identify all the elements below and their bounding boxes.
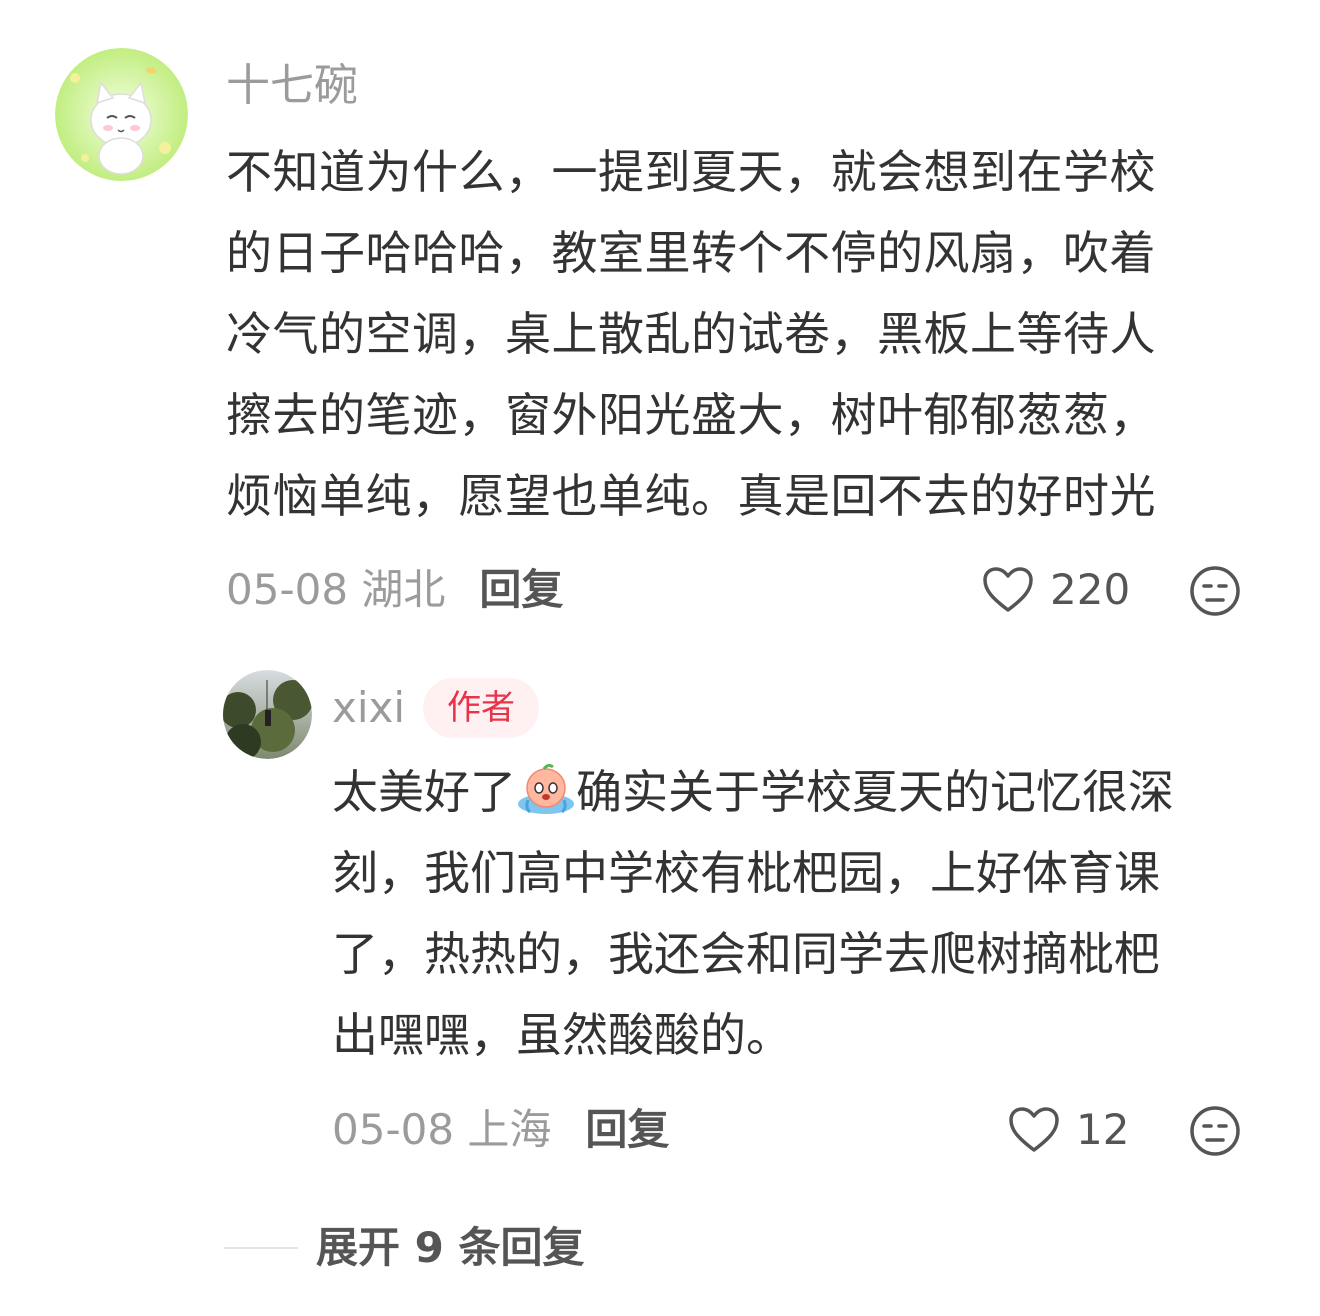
neutral-face-icon [1190, 566, 1240, 616]
divider [224, 1247, 298, 1249]
reply-line: 出嘿嘿，虽然酸酸的。 [332, 1008, 792, 1062]
tree-photo-avatar [223, 670, 312, 759]
comment-line: 冷气的空调，桌上散乱的试卷，黑板上等待人 [226, 307, 1156, 361]
reply-date-location: 05-08 上海 [332, 1105, 552, 1154]
heart-icon [983, 567, 1033, 612]
reply-line: 了，热热的，我还会和同学去爬树摘枇杷 [332, 927, 1160, 981]
crying-emoji-icon [516, 760, 576, 814]
reply-line: 刻，我们高中学校有枇杷园，上好体育课 [332, 846, 1160, 900]
emoji-reaction-button[interactable] [1188, 564, 1242, 618]
author-badge: 作者 [423, 678, 539, 738]
comment-like-button[interactable]: 220 [982, 562, 1130, 618]
comment-meta: 05-08 湖北 回复 [226, 560, 563, 620]
comment-date-location: 05-08 湖北 [226, 565, 446, 614]
reply-reply-button[interactable]: 回复 [585, 1105, 669, 1154]
reply-line: 太美好了 确实关于学校夏天的记忆很深 [332, 752, 1272, 833]
reply-text: 太美好了 [332, 765, 516, 819]
reply-like-count: 12 [1076, 1105, 1130, 1154]
comment-line: 烦恼单纯，愿望也单纯。真是回不去的好时光 [226, 469, 1156, 523]
comment-username[interactable]: 十七碗 [226, 56, 358, 116]
comment-like-count: 220 [1050, 565, 1131, 614]
emoji-reaction-button[interactable] [1188, 1104, 1242, 1158]
neutral-face-icon [1190, 1106, 1240, 1156]
heart-icon [1009, 1107, 1059, 1152]
expand-replies-button[interactable]: 展开 9 条回复 [316, 1218, 584, 1278]
reply-meta: 05-08 上海 回复 [332, 1100, 669, 1160]
avatar[interactable] [55, 48, 188, 181]
comment-content: 不知道为什么，一提到夏天，就会想到在学校 的日子哈哈哈，教室里转个不停的风扇，吹… [226, 132, 1266, 537]
comment-line: 的日子哈哈哈，教室里转个不停的风扇，吹着 [226, 226, 1156, 280]
reply-text: 确实关于学校夏天的记忆很深 [576, 765, 1174, 819]
reply-like-button[interactable]: 12 [1008, 1102, 1129, 1158]
reply-avatar[interactable] [223, 670, 312, 759]
reply-content: 太美好了 确实关于学校夏天的记忆很深 刻，我们高中学校有枇杷园，上好体育课 了，热… [332, 752, 1272, 1076]
comment-line: 不知道为什么，一提到夏天，就会想到在学校 [226, 145, 1156, 199]
reply-username[interactable]: xixi [332, 680, 405, 736]
cat-avatar-icon [55, 48, 188, 181]
comment-line: 擦去的笔迹，窗外阳光盛大，树叶郁郁葱葱， [226, 388, 1156, 442]
comment-reply-button[interactable]: 回复 [479, 565, 563, 614]
